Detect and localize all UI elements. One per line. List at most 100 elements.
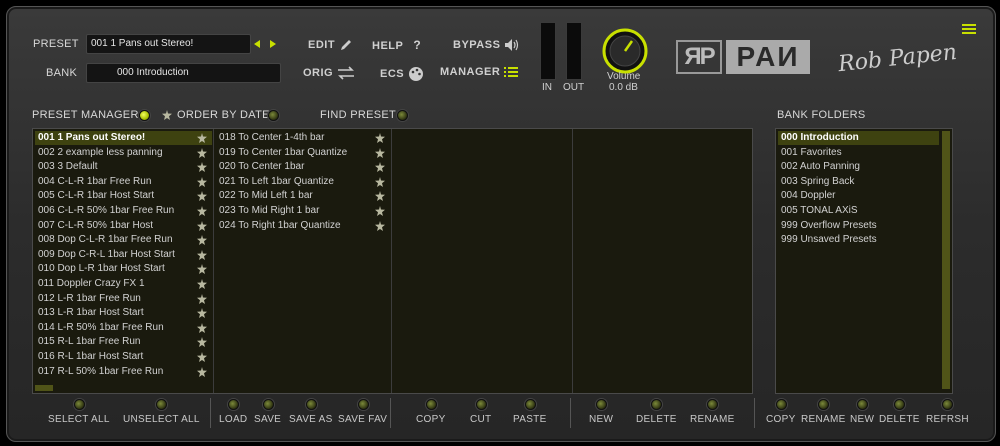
list-item[interactable]: 004 C-L-R 1bar Free Run: [35, 175, 212, 189]
list-item[interactable]: 001 1 Pans out Stereo!: [35, 131, 212, 145]
palette-icon: [409, 67, 424, 81]
volume-knob[interactable]: [600, 28, 650, 74]
cut-button-label: CUT: [470, 414, 492, 425]
paste-button-led[interactable]: [524, 399, 536, 410]
star-icon: [162, 110, 172, 120]
favorite-star-icon[interactable]: [197, 220, 207, 231]
favorite-star-icon[interactable]: [197, 206, 207, 216]
list-item[interactable]: 999 Unsaved Presets: [778, 233, 939, 247]
copy-button-led[interactable]: [425, 399, 437, 410]
list-item[interactable]: 017 R-L 50% 1bar Free Run: [35, 365, 212, 379]
list-item-label: 011 Doppler Crazy FX 1: [38, 278, 145, 289]
select-all-button-led[interactable]: [73, 399, 85, 410]
favorite-star-icon[interactable]: [375, 162, 385, 173]
list-item-label: 000 Introduction: [781, 132, 859, 143]
list-item[interactable]: 006 C-L-R 50% 1bar Free Run: [35, 204, 212, 218]
bank-delete-button-label: DELETE: [879, 414, 920, 425]
favorite-star-icon[interactable]: [197, 293, 207, 304]
favorite-star-icon[interactable]: [375, 220, 385, 231]
list-item[interactable]: 020 To Center 1bar: [216, 160, 390, 174]
list-item[interactable]: 010 Dop L-R 1bar Host Start: [35, 262, 212, 276]
favorite-star-icon[interactable]: [197, 133, 207, 143]
favorite-star-icon[interactable]: [197, 279, 207, 289]
cut-button-led[interactable]: [475, 399, 487, 410]
preset-manager-led[interactable]: [139, 110, 150, 121]
save-as-button-led[interactable]: [305, 399, 317, 410]
list-item[interactable]: 014 L-R 50% 1bar Free Run: [35, 321, 212, 335]
bypass-button[interactable]: BYPASS: [453, 38, 520, 52]
favorite-star-icon[interactable]: [197, 352, 207, 362]
favorite-star-icon[interactable]: [375, 191, 385, 202]
list-item[interactable]: 003 Spring Back: [778, 175, 939, 189]
preset-list-scrollbar[interactable]: [35, 385, 53, 391]
bank-rename-button-label: RENAME: [801, 414, 846, 425]
list-item[interactable]: 003 3 Default: [35, 160, 212, 174]
bank-value: 000 Introduction: [117, 67, 189, 78]
list-item[interactable]: 005 TONAL AXiS: [778, 204, 939, 218]
list-item-label: 024 To Right 1bar Quantize: [219, 219, 341, 231]
list-item[interactable]: 024 To Right 1bar Quantize: [216, 219, 390, 233]
list-item[interactable]: 013 L-R 1bar Host Start: [35, 306, 212, 320]
list-item-label: 001 1 Pans out Stereo!: [38, 132, 146, 143]
favorite-star-icon[interactable]: [197, 191, 207, 202]
favorite-star-icon[interactable]: [197, 235, 207, 246]
volume-label: Volume: [607, 71, 641, 82]
favorite-star-icon[interactable]: [197, 264, 207, 275]
divider: [210, 398, 211, 428]
bank-list-scrollbar[interactable]: [942, 131, 950, 389]
list-item[interactable]: 004 Doppler: [778, 189, 939, 203]
list-item[interactable]: 015 R-L 1bar Free Run: [35, 335, 212, 349]
input-meter: [540, 22, 556, 80]
favorite-star-icon[interactable]: [375, 147, 385, 158]
bank-copy-button-label: COPY: [766, 414, 796, 425]
save-fav-button-led[interactable]: [357, 399, 369, 410]
bank-label: BANK: [46, 67, 78, 79]
menu-icon[interactable]: [962, 24, 976, 34]
manager-button[interactable]: MANAGER: [440, 66, 519, 78]
edit-button[interactable]: EDIT: [308, 38, 353, 52]
help-button[interactable]: HELP?: [372, 38, 421, 52]
list-item[interactable]: 009 Dop C-R-L 1bar Host Start: [35, 248, 212, 262]
list-item-label: 004 Doppler: [781, 190, 836, 202]
favorite-star-icon[interactable]: [197, 308, 207, 319]
list-item[interactable]: 021 To Left 1bar Quantize: [216, 175, 390, 189]
orig-button[interactable]: ORIG: [303, 66, 355, 80]
list-item[interactable]: 012 L-R 1bar Free Run: [35, 292, 212, 306]
favorite-star-icon[interactable]: [375, 133, 385, 143]
list-item[interactable]: 001 Favorites: [778, 146, 939, 160]
list-item[interactable]: 023 To Mid Right 1 bar: [216, 204, 390, 218]
preset-next-arrow[interactable]: [270, 40, 276, 48]
list-item[interactable]: 022 To Mid Left 1 bar: [216, 189, 390, 203]
list-item[interactable]: 999 Overflow Presets: [778, 219, 939, 233]
ecs-button[interactable]: ECS: [380, 66, 424, 82]
list-item[interactable]: 016 R-L 1bar Host Start: [35, 350, 212, 364]
list-item[interactable]: 011 Doppler Crazy FX 1: [35, 277, 212, 291]
favorite-star-icon[interactable]: [197, 322, 207, 333]
list-item[interactable]: 002 Auto Panning: [778, 160, 939, 174]
find-preset-led[interactable]: [397, 110, 408, 121]
favorite-star-icon[interactable]: [197, 162, 207, 173]
list-item[interactable]: 008 Dop C-L-R 1bar Free Run: [35, 233, 212, 247]
bank-copy-button-led[interactable]: [775, 399, 787, 410]
help-label: HELP: [372, 40, 404, 52]
load-button-label: LOAD: [219, 414, 248, 425]
edit-label: EDIT: [308, 38, 336, 51]
list-item[interactable]: 019 To Center 1bar Quantize: [216, 146, 390, 160]
favorite-star-icon[interactable]: [375, 176, 385, 187]
save-button-led[interactable]: [262, 399, 274, 410]
favorite-star-icon[interactable]: [197, 249, 207, 260]
list-item[interactable]: 007 C-L-R 50% 1bar Host: [35, 219, 212, 233]
list-item[interactable]: 018 To Center 1-4th bar: [216, 131, 390, 145]
favorite-star-icon[interactable]: [197, 176, 207, 187]
preset-prev-arrow[interactable]: [254, 40, 260, 48]
preset-display[interactable]: 001 1 Pans out Stereo!: [86, 34, 251, 54]
order-by-date-led[interactable]: [268, 110, 279, 121]
list-item[interactable]: 000 Introduction: [778, 131, 939, 145]
bank-display[interactable]: 000 Introduction: [86, 63, 281, 83]
list-item[interactable]: 002 2 example less panning: [35, 146, 212, 160]
favorite-star-icon[interactable]: [197, 337, 207, 348]
favorite-star-icon[interactable]: [197, 366, 207, 377]
favorite-star-icon[interactable]: [375, 206, 385, 216]
favorite-star-icon[interactable]: [197, 147, 207, 158]
list-item[interactable]: 005 C-L-R 1bar Host Start: [35, 189, 212, 203]
